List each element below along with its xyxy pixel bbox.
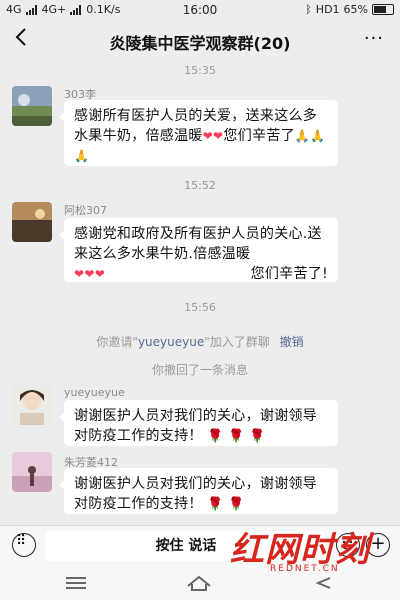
home-icon[interactable] (186, 574, 212, 596)
menu-icon[interactable] (66, 577, 86, 589)
bluetooth-icon: ᛒ (305, 3, 312, 16)
rose-emoji: 🌹 🌹 🌹 (202, 429, 266, 444)
system-message-invite: 你邀请"yueyueyue"加入了群聊 撤销 (0, 333, 400, 350)
system-nav-bar (0, 566, 400, 600)
input-bar: 按住 说话 + (0, 525, 400, 566)
avatar[interactable] (12, 452, 52, 492)
battery-icon (372, 4, 394, 15)
more-dots-icon[interactable]: ··· (364, 28, 384, 49)
hd-label: HD1 (315, 3, 340, 16)
revoke-link[interactable]: 撤销 (280, 335, 304, 349)
hold-to-talk-button[interactable]: 按住 说话 (46, 531, 326, 561)
invited-name[interactable]: yueyueyue (138, 335, 204, 349)
message-bubble[interactable]: 谢谢医护人员对我们的关心，谢谢领导对防疫工作的支持！ 🌹 🌹 🌹 (59, 400, 338, 446)
message-text: 感谢党和政府及所有医护人员的关心.送来这么多水果牛奶.倍感温暖 (74, 226, 322, 262)
timestamp: 15:56 (184, 301, 216, 314)
rose-emoji: 🌹 🌹 (202, 497, 245, 512)
battery-fill (374, 6, 386, 13)
chat-title: 炎陵集中医学观察群(20) (109, 34, 291, 53)
status-right: ᛒ HD1 65% (305, 3, 394, 16)
avatar[interactable] (12, 202, 52, 242)
emoji-icon[interactable] (336, 533, 360, 557)
system-text: 你邀请" (96, 335, 138, 349)
message-text-tail: 您们辛苦了 (223, 128, 295, 144)
chat-area[interactable]: 15:35 303李 感谢所有医护人员的关爱，送来这么多水果牛奶，倍感温暖❤❤您… (0, 60, 400, 525)
heart-emoji: ❤❤❤ (74, 267, 106, 281)
heart-emoji: ❤❤ (202, 129, 224, 143)
chat-header: 炎陵集中医学观察群(20) ··· (0, 20, 400, 60)
timestamp: 15:35 (184, 64, 216, 77)
message-bubble[interactable]: 感谢党和政府及所有医护人员的关心.送来这么多水果牛奶.倍感温暖 ❤❤❤ 您们辛苦了… (59, 218, 338, 282)
system-text: "加入了群聊 (204, 335, 270, 349)
message-text-tail: 您们辛苦了! (250, 266, 328, 282)
sender-name: yueyueyue (64, 386, 125, 399)
message-text: 谢谢医护人员对我们的关心，谢谢领导对防疫工作的支持！ (74, 476, 318, 512)
battery-percent: 65% (343, 3, 368, 16)
avatar[interactable] (12, 86, 52, 126)
system-message-recall: 你撤回了一条消息 (151, 363, 248, 377)
message-bubble[interactable]: 谢谢医护人员对我们的关心，谢谢领导对防疫工作的支持！ 🌹 🌹 (59, 468, 338, 514)
status-bar: 4G 4G+ 0.1K/s 16:00 ᛒ HD1 65% (0, 0, 400, 20)
message-text: 谢谢医护人员对我们的关心，谢谢领导对防疫工作的支持！ (74, 408, 318, 444)
keyboard-icon[interactable] (12, 533, 36, 557)
avatar[interactable] (12, 385, 52, 425)
timestamp: 15:52 (184, 179, 216, 192)
sender-name: 阿松307 (64, 204, 107, 217)
message-bubble[interactable]: 感谢所有医护人员的关爱，送来这么多水果牛奶，倍感温暖❤❤您们辛苦了🙏🙏🙏 (59, 100, 338, 166)
back-icon[interactable] (312, 574, 334, 596)
plus-icon[interactable]: + (366, 533, 390, 557)
